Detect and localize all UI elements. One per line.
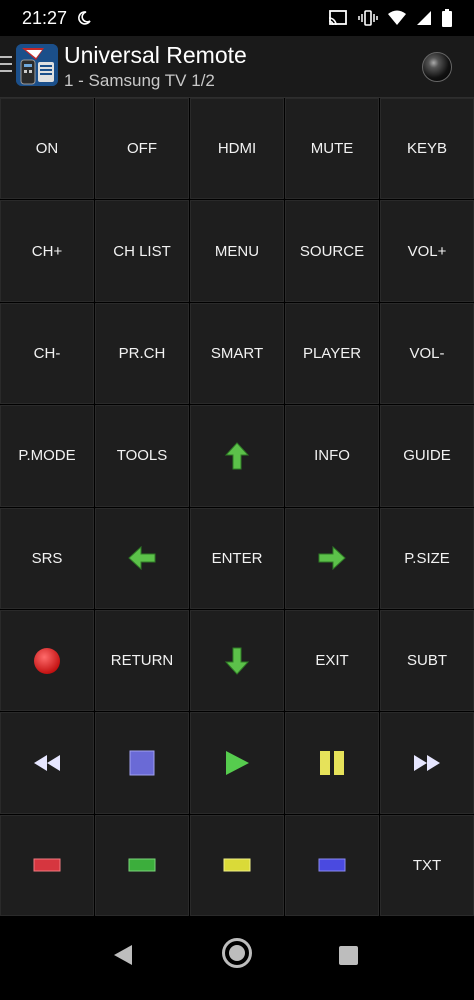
green-key-icon	[128, 858, 156, 872]
arrow-down-icon	[225, 647, 249, 675]
home-icon[interactable]	[222, 938, 252, 968]
remote-logo-icon	[16, 44, 58, 86]
tools-button[interactable]: TOOLS	[95, 405, 189, 507]
app-title: Universal Remote	[64, 42, 247, 68]
up-button[interactable]	[190, 405, 284, 507]
yellow-key-icon	[223, 858, 251, 872]
fast-forward-button[interactable]	[380, 712, 474, 814]
pause-icon	[320, 750, 344, 775]
volume-down-button[interactable]: VOL-	[380, 302, 474, 405]
rewind-button[interactable]	[0, 712, 94, 814]
info-button[interactable]: INFO	[285, 405, 379, 507]
moon-icon	[78, 11, 91, 25]
arrow-left-icon	[128, 546, 156, 571]
enter-button[interactable]: ENTER	[190, 507, 284, 609]
menu-icon[interactable]	[0, 56, 12, 76]
stop-button[interactable]	[95, 712, 189, 814]
srs-button[interactable]: SRS	[0, 507, 94, 609]
back-icon[interactable]	[112, 943, 134, 967]
record-icon	[34, 647, 60, 674]
channel-up-button[interactable]: CH+	[0, 200, 94, 302]
volume-up-button[interactable]: VOL+	[380, 200, 474, 302]
channel-down-button[interactable]: CH-	[0, 302, 94, 405]
return-button[interactable]: RETURN	[95, 609, 189, 712]
picture-size-button[interactable]: P.SIZE	[380, 507, 474, 609]
battery-icon	[442, 9, 452, 27]
record-button[interactable]	[0, 609, 94, 712]
device-subtitle[interactable]: 1 - Samsung TV 1/2	[64, 71, 215, 91]
picture-mode-button[interactable]: P.MODE	[0, 405, 94, 507]
exit-button[interactable]: EXIT	[285, 609, 379, 712]
mute-button[interactable]: MUTE	[285, 98, 379, 200]
red-color-button[interactable]	[0, 814, 94, 916]
status-bar: 21:27	[0, 0, 474, 36]
yellow-color-button[interactable]	[190, 814, 284, 916]
rewind-icon	[34, 754, 60, 771]
wifi-icon	[388, 10, 406, 25]
subtitle-button[interactable]: SUBT	[380, 609, 474, 712]
red-key-icon	[33, 858, 61, 872]
previous-channel-button[interactable]: PR.CH	[95, 302, 189, 405]
on-button[interactable]: ON	[0, 98, 94, 200]
status-time: 21:27	[22, 7, 68, 28]
blue-key-icon	[318, 858, 346, 872]
guide-button[interactable]: GUIDE	[380, 405, 474, 507]
arrow-up-icon	[225, 442, 249, 470]
app-bar: Universal Remote 1 - Samsung TV 1/2	[0, 36, 474, 98]
down-button[interactable]	[190, 609, 284, 712]
keyboard-button[interactable]: KEYB	[380, 98, 474, 200]
system-nav-bar	[0, 916, 474, 1000]
play-button[interactable]	[190, 712, 284, 814]
app-logo	[16, 44, 58, 86]
source-button[interactable]: SOURCE	[285, 200, 379, 302]
blue-color-button[interactable]	[285, 814, 379, 916]
recents-icon[interactable]	[339, 946, 358, 965]
menu-button[interactable]: MENU	[190, 200, 284, 302]
pause-button[interactable]	[285, 712, 379, 814]
green-color-button[interactable]	[95, 814, 189, 916]
off-button[interactable]: OFF	[95, 98, 189, 200]
left-button[interactable]	[95, 507, 189, 609]
signal-icon	[417, 11, 431, 25]
arrow-right-icon	[318, 546, 346, 571]
play-icon	[226, 750, 249, 775]
right-button[interactable]	[285, 507, 379, 609]
channel-list-button[interactable]: CH LIST	[95, 200, 189, 302]
fast-forward-icon	[414, 754, 440, 771]
vibrate-icon	[358, 10, 378, 26]
smart-button[interactable]: SMART	[190, 302, 284, 405]
hdmi-button[interactable]: HDMI	[190, 98, 284, 200]
ir-led-indicator	[422, 52, 452, 82]
remote-button-grid: ON OFF HDMI MUTE KEYB CH+ CH LIST MENU S…	[0, 98, 474, 916]
cast-icon	[328, 10, 347, 26]
teletext-button[interactable]: TXT	[380, 814, 474, 916]
stop-icon	[129, 750, 155, 776]
player-button[interactable]: PLAYER	[285, 302, 379, 405]
